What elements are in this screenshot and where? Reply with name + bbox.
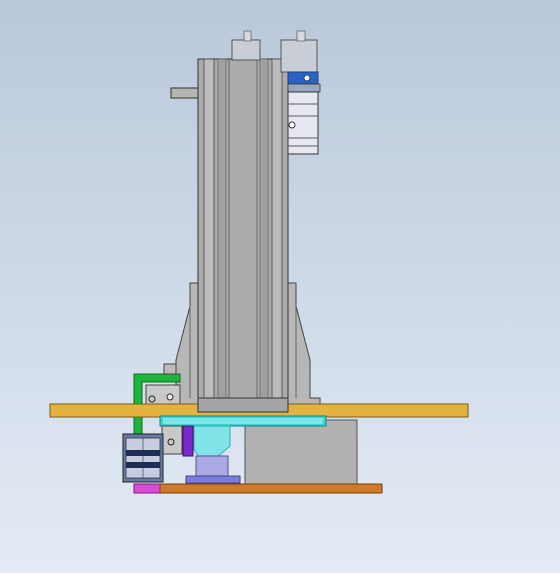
cad-viewport[interactable] — [0, 0, 560, 573]
base-block[interactable] — [244, 419, 358, 485]
carriage-plate[interactable] — [159, 415, 327, 427]
assembly-drawing — [0, 0, 560, 573]
lower-bracket[interactable] — [161, 425, 183, 455]
small-motor[interactable] — [122, 433, 164, 483]
purple-clamp[interactable] — [182, 425, 194, 457]
bottom-plate[interactable] — [133, 483, 383, 494]
